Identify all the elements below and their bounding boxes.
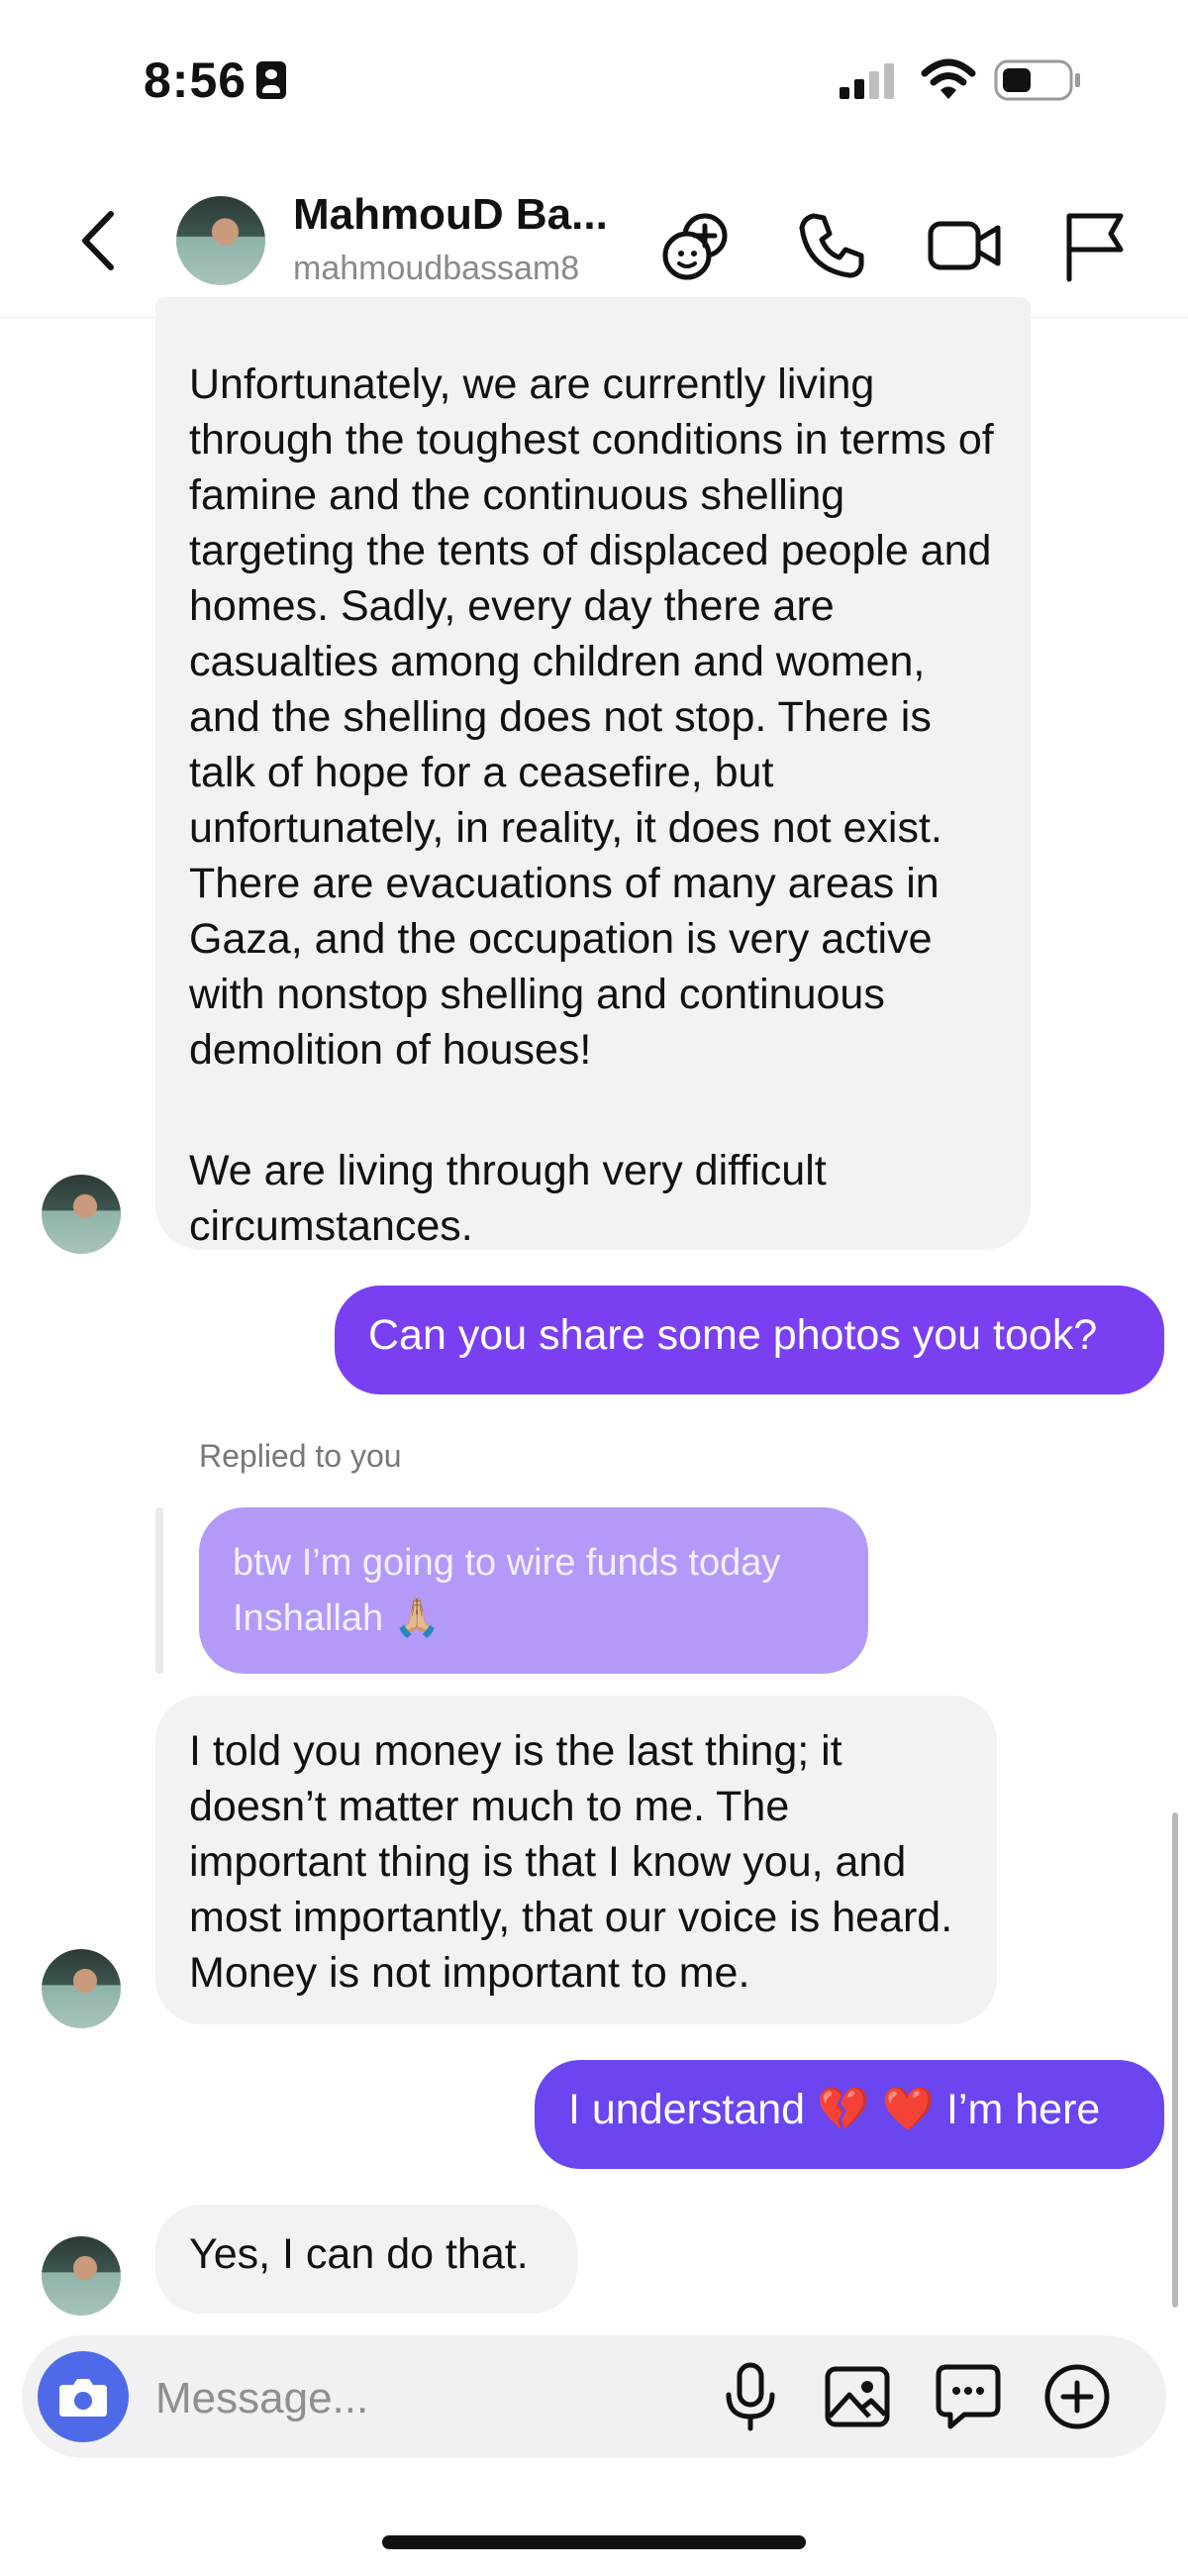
wifi-icon — [921, 58, 976, 99]
microphone-icon[interactable] — [711, 2357, 790, 2436]
phone-icon[interactable] — [792, 206, 871, 285]
image-icon[interactable] — [818, 2357, 897, 2436]
sender-avatar[interactable] — [42, 1949, 121, 2028]
reply-indicator-bar — [155, 1507, 163, 1674]
cellular-signal-icon — [840, 63, 894, 99]
status-time: 8:56 — [144, 52, 287, 109]
contact-username: mahmoudbassam8 — [293, 250, 580, 287]
contact-name[interactable]: MahmouD Ba... — [293, 190, 608, 240]
video-camera-icon[interactable] — [925, 206, 1004, 285]
camera-icon — [59, 2379, 107, 2417]
header-avatar[interactable] — [176, 196, 265, 285]
message-text: I told you money is the last thing; it d… — [189, 1727, 953, 1997]
scrollbar[interactable] — [1172, 1812, 1178, 2308]
back-chevron-icon[interactable] — [73, 206, 123, 275]
incoming-message[interactable]: Unfortunately, we are currently living t… — [155, 297, 1031, 1250]
message-input[interactable] — [153, 2363, 712, 2434]
quoted-message[interactable]: btw I’m going to wire funds today Inshal… — [199, 1507, 868, 1674]
message-text: We are living through very difficult cir… — [189, 1147, 827, 1250]
home-indicator[interactable] — [382, 2535, 806, 2549]
sticker-chat-icon[interactable] — [929, 2357, 1008, 2436]
battery-icon — [994, 59, 1080, 101]
outgoing-message[interactable]: I understand 💔 ❤️ I’m here — [535, 2060, 1164, 2169]
incoming-message[interactable]: Yes, I can do that. — [155, 2205, 577, 2314]
focus-id-icon — [256, 61, 287, 99]
message-text: I understand 💔 ❤️ I’m here — [568, 2086, 1101, 2133]
message-text: Unfortunately, we are currently living t… — [189, 361, 994, 1074]
outgoing-message[interactable]: Can you share some photos you took? — [335, 1286, 1164, 1394]
quoted-text: btw I’m going to wire funds today Inshal… — [233, 1542, 781, 1639]
message-text: Yes, I can do that. — [189, 2230, 529, 2278]
sender-avatar[interactable] — [42, 1175, 121, 1254]
plus-circle-icon[interactable] — [1038, 2357, 1117, 2436]
sender-avatar[interactable] — [42, 2236, 121, 2316]
reply-label: Replied to you — [199, 1438, 402, 1474]
message-text: Can you share some photos you took? — [368, 1311, 1098, 1359]
incoming-message[interactable]: I told you money is the last thing; it d… — [155, 1696, 997, 2024]
add-person-icon[interactable] — [657, 206, 737, 285]
flag-icon[interactable] — [1055, 206, 1135, 285]
camera-button[interactable] — [38, 2351, 129, 2442]
